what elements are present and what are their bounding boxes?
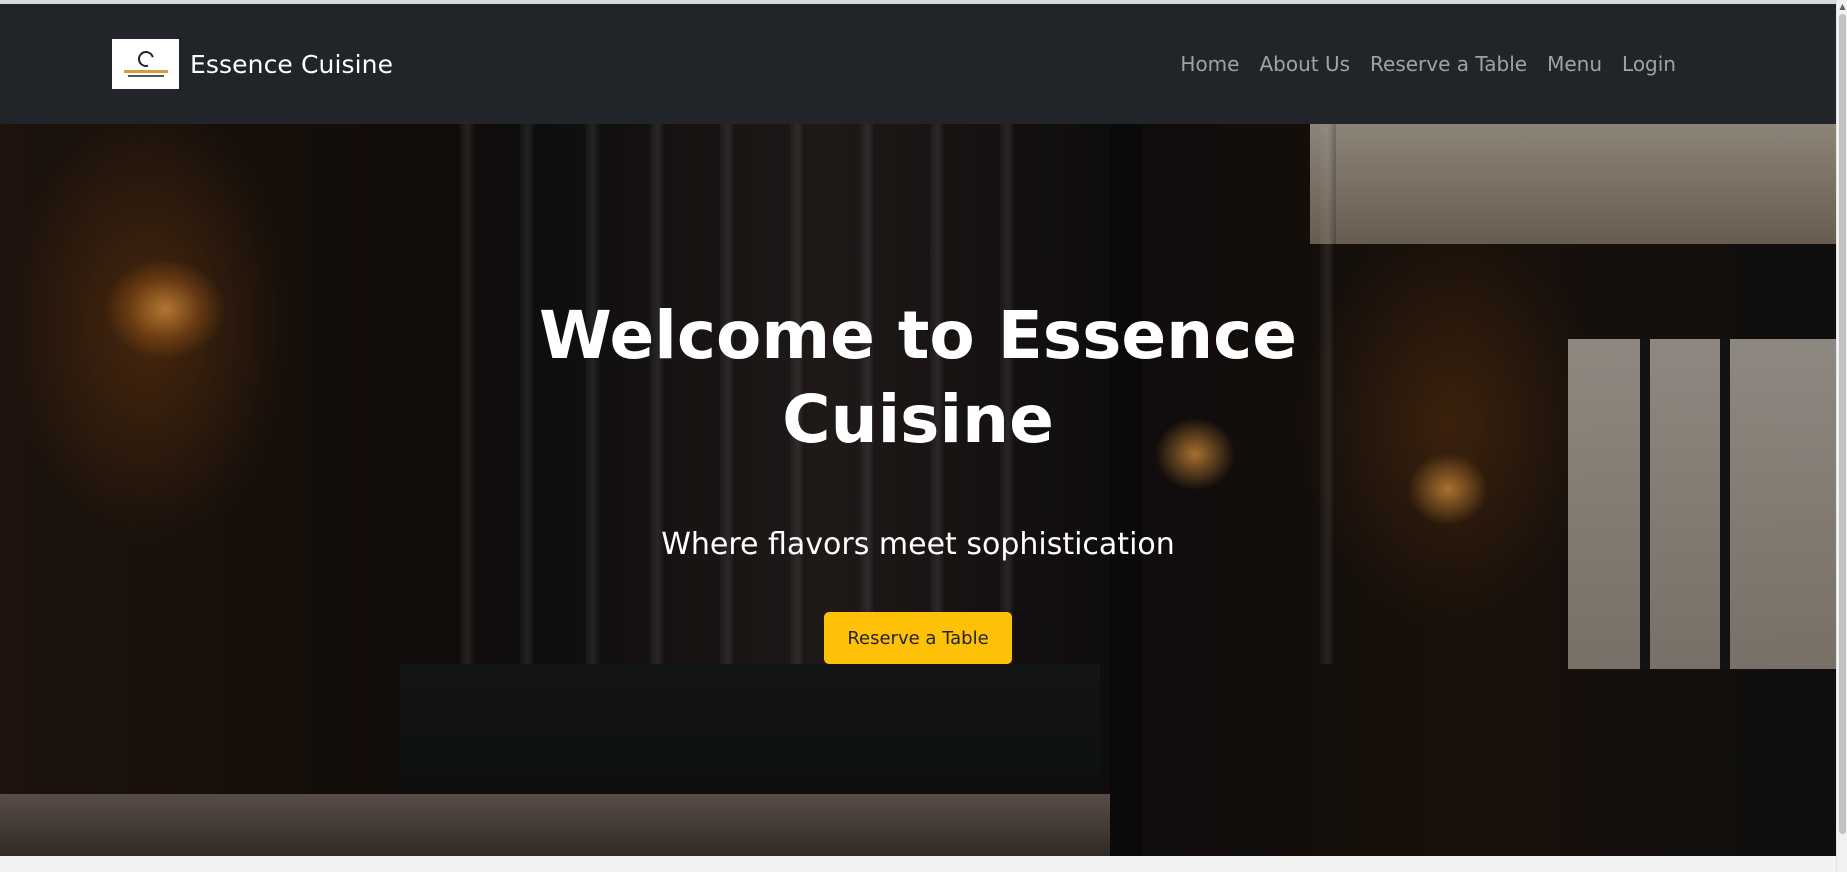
nav-link-login[interactable]: Login <box>1612 52 1686 76</box>
hero-subtitle: Where flavors meet sophistication <box>661 527 1175 562</box>
browser-viewport: Essence Cuisine Home About Us Reserve a … <box>0 0 1847 872</box>
nav-link-home[interactable]: Home <box>1170 52 1249 76</box>
nav-link-menu[interactable]: Menu <box>1537 52 1612 76</box>
navbar: Essence Cuisine Home About Us Reserve a … <box>0 4 1836 124</box>
hero-title: Welcome to Essence Cuisine <box>539 297 1297 458</box>
hero-overlay <box>0 124 1836 856</box>
vertical-scrollbar[interactable]: ▲ <box>1836 0 1847 872</box>
page-bottom-strip <box>0 856 1836 872</box>
logo-tagline <box>127 75 164 77</box>
hero-section: Welcome to Essence Cuisine Where flavors… <box>0 124 1836 856</box>
scroll-up-arrow-icon[interactable]: ▲ <box>1838 2 1847 11</box>
logo-wordmark <box>123 70 168 73</box>
brand-link[interactable]: Essence Cuisine <box>112 39 393 89</box>
nav-link-reserve-table[interactable]: Reserve a Table <box>1360 52 1537 76</box>
page: Essence Cuisine Home About Us Reserve a … <box>0 0 1836 856</box>
brand-name: Essence Cuisine <box>190 49 394 79</box>
nav-links: Home About Us Reserve a Table Menu Login <box>1170 52 1686 76</box>
logo-mark <box>134 48 157 70</box>
nav-link-about-us[interactable]: About Us <box>1249 52 1360 76</box>
restaurant-logo-icon <box>112 39 179 89</box>
reserve-table-button[interactable]: Reserve a Table <box>824 612 1012 664</box>
scrollbar-thumb[interactable] <box>1839 14 1846 834</box>
